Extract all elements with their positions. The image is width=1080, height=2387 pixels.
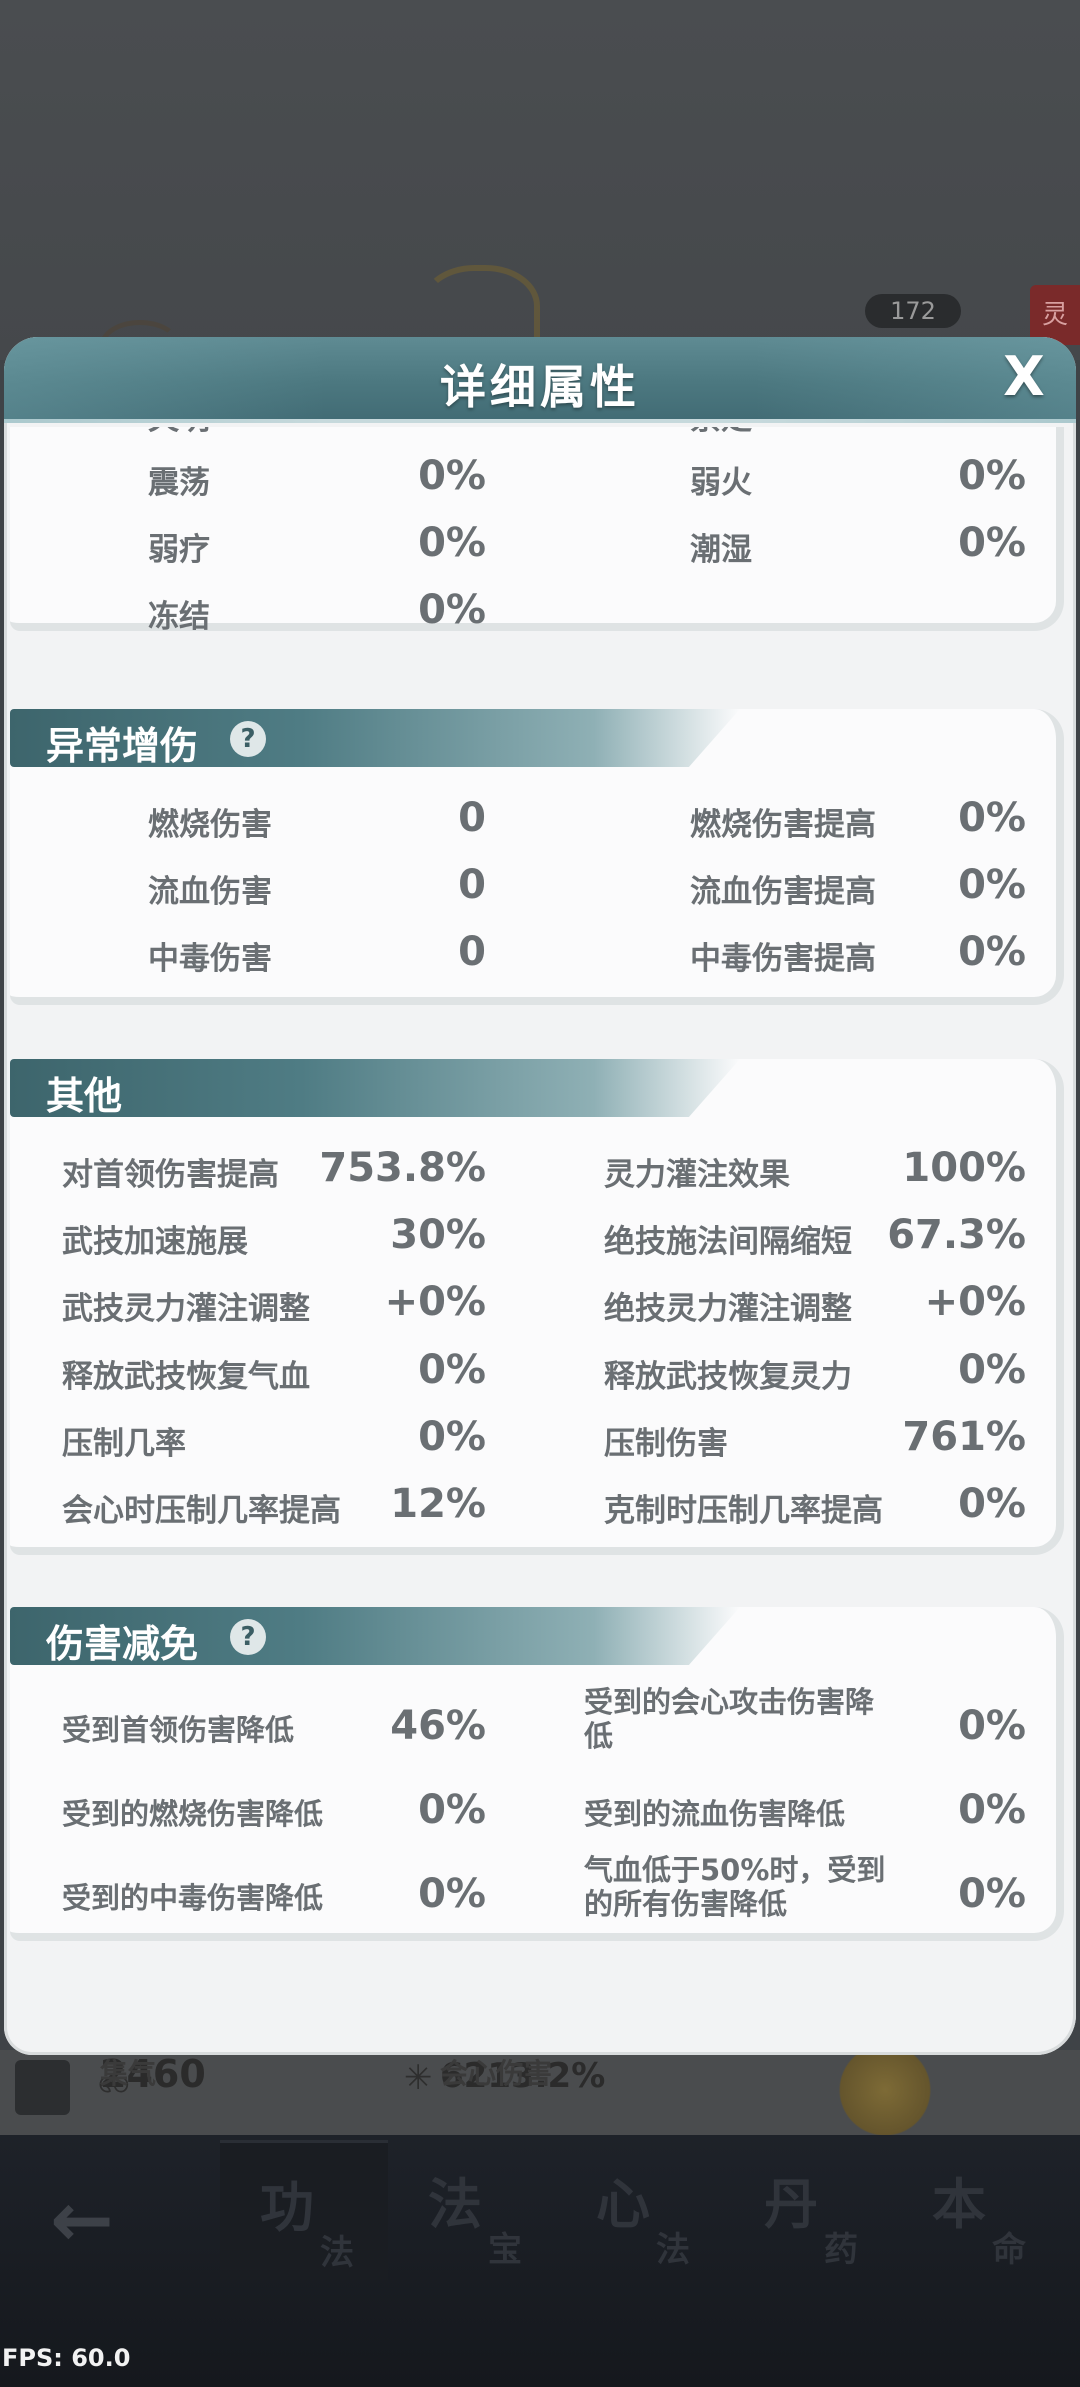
level-badge: 172 — [865, 294, 961, 328]
section-header: 伤害减免 ? — [10, 1607, 740, 1666]
attributes-modal: 详细属性 X 失明 0% 禁足 0% 震荡 0% 弱火 0% 弱疗 0% 潮湿 … — [4, 337, 1076, 2055]
abnormal-damage-panel: 异常增伤 ? 燃烧伤害 0 燃烧伤害提高 0% 流血伤害 0 流血伤害提高 0%… — [10, 709, 1064, 1005]
help-icon[interactable]: ? — [230, 1619, 266, 1655]
attributes-scroll-area[interactable]: 失明 0% 禁足 0% 震荡 0% 弱火 0% 弱疗 0% 潮湿 0% 冻结 0… — [4, 427, 1076, 1987]
tab-danyao[interactable]: 丹 药 — [724, 2140, 892, 2280]
section-title: 伤害减免 — [46, 1622, 199, 1666]
tab-gongfa[interactable]: 功 法 — [220, 2140, 388, 2280]
burst-icon: ✳ — [404, 2058, 433, 2098]
fps-counter: FPS: 60.0 — [2, 2344, 131, 2372]
section-header: 其他 — [10, 1059, 740, 1118]
close-icon[interactable]: X — [994, 347, 1054, 407]
modal-header: 详细属性 X — [4, 337, 1076, 423]
stat-charge: 集气 2460 — [100, 2052, 206, 2096]
section-title: 其他 — [46, 1074, 123, 1118]
tab-xinfa[interactable]: 心 法 — [556, 2140, 724, 2280]
other-panel: 其他 对首领伤害提高 753.8% 灵力灌注效果 100% 武技加速施展 30%… — [10, 1059, 1064, 1555]
item-slot — [15, 2060, 70, 2115]
tab-fabao[interactable]: 法 宝 — [388, 2140, 556, 2280]
stat-crit-damage: 会心伤害 6213.2% — [440, 2056, 606, 2096]
section-header: 异常增伤 ? — [10, 709, 740, 768]
section-title: 异常增伤 — [46, 724, 199, 768]
side-tag: 灵 — [1030, 285, 1080, 345]
help-icon[interactable]: ? — [230, 721, 266, 757]
coin-icon — [830, 2040, 940, 2140]
status-resist-panel: 失明 0% 禁足 0% 震荡 0% 弱火 0% 弱疗 0% 潮湿 0% 冻结 0… — [10, 427, 1064, 635]
back-arrow-icon[interactable]: ← — [50, 2180, 130, 2260]
tab-benming[interactable]: 本 命 — [892, 2140, 1060, 2280]
damage-reduction-panel: 伤害减免 ? 受到首领伤害降低 46% 受到的会心攻击伤害降低 0% 受到的燃烧… — [10, 1607, 1064, 1941]
modal-title: 详细属性 — [440, 360, 640, 414]
